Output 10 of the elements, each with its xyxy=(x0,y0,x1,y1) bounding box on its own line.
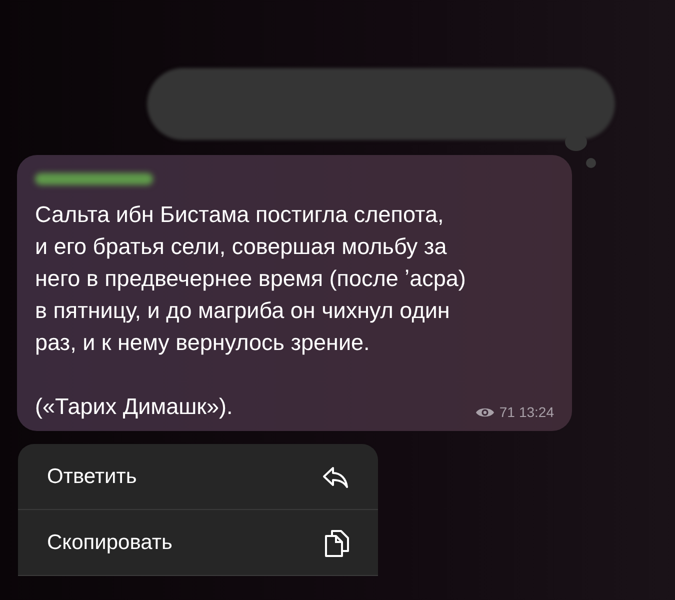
message-text: («Тарих Димашк»). xyxy=(35,393,233,421)
menu-item[interactable]: Скопировать xyxy=(18,510,378,576)
copy-icon xyxy=(324,528,350,558)
view-count: 71 xyxy=(499,403,515,422)
eye-icon xyxy=(475,406,496,419)
reply-icon xyxy=(322,464,350,488)
message-text: Сальта ибн Бистама постигла слепота, и его братья сели, совершая мольбу за него в предвечернее время (после ʼасра) в пятницу, и до магриба он чихнул один раз, и к нему вернулось зрение. xyxy=(35,201,467,357)
message-time: 13:24 xyxy=(518,403,554,422)
menu-item[interactable]: Ответить xyxy=(18,444,378,510)
bubble-tail xyxy=(586,158,596,168)
